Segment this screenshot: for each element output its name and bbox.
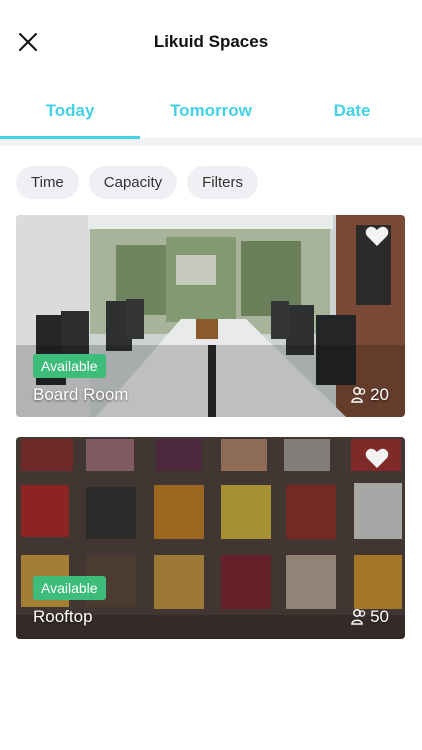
status-badge: Available <box>33 576 106 600</box>
tab-tomorrow[interactable]: Tomorrow <box>141 86 281 138</box>
filters-chip[interactable]: Filters <box>187 166 258 199</box>
app-header: Likuid Spaces <box>0 0 422 86</box>
capacity-filter-chip[interactable]: Capacity <box>88 166 178 199</box>
time-filter-chip[interactable]: Time <box>16 166 79 199</box>
space-card-rooftop[interactable]: Available Rooftop 50 <box>16 437 405 639</box>
capacity-indicator: 50 <box>350 607 389 627</box>
space-name: Board Room <box>33 385 129 404</box>
favorite-heart-icon[interactable] <box>365 225 389 247</box>
status-badge: Available <box>33 354 106 378</box>
space-name: Rooftop <box>33 607 93 626</box>
capacity-indicator: 20 <box>350 385 389 405</box>
capacity-value: 50 <box>370 607 389 626</box>
capacity-value: 20 <box>370 385 389 404</box>
filter-chips: Time Capacity Filters <box>16 166 258 200</box>
page-title: Likuid Spaces <box>153 32 269 51</box>
people-icon <box>351 609 366 625</box>
day-tabs: Today Tomorrow Date <box>0 86 422 146</box>
tab-today[interactable]: Today <box>0 86 140 139</box>
people-icon <box>351 387 366 403</box>
favorite-heart-icon[interactable] <box>365 447 389 469</box>
space-card-board-room[interactable]: Available Board Room 20 <box>16 215 405 417</box>
tab-date[interactable]: Date <box>282 86 422 138</box>
